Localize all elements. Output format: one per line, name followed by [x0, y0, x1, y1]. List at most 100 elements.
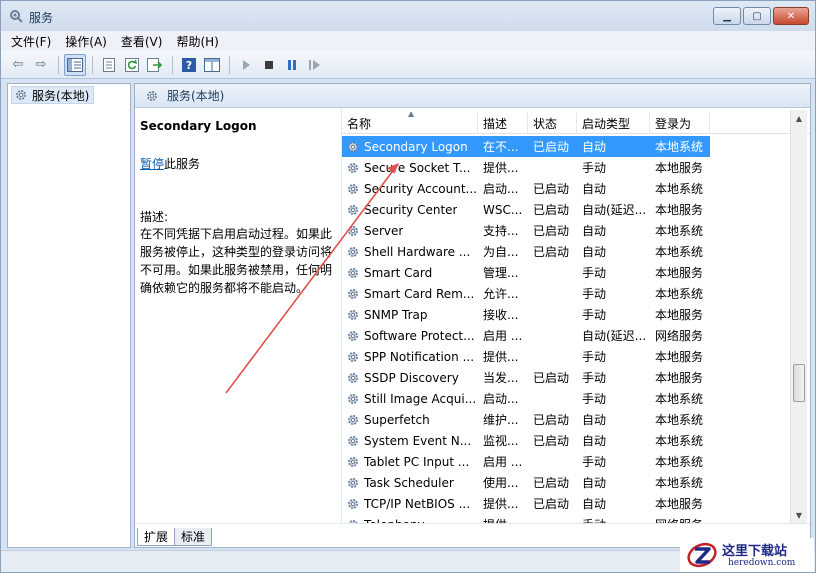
service-name: Shell Hardware ...: [364, 244, 471, 259]
service-row[interactable]: Task Scheduler 使用... 已启动 自动 本地系统: [342, 472, 810, 493]
maximize-button[interactable]: ▢: [743, 7, 771, 25]
column-header-name[interactable]: ▲ 名称: [342, 112, 478, 134]
tab-extended[interactable]: 扩展: [137, 528, 176, 546]
toolbar-separator: [229, 55, 230, 74]
start-service-button[interactable]: [235, 54, 257, 76]
service-name-cell[interactable]: Server: [342, 220, 478, 241]
service-row[interactable]: TCP/IP NetBIOS ... 提供... 已启动 自动 本地服务: [342, 493, 810, 514]
menu-help[interactable]: 帮助(H): [176, 33, 218, 50]
properties-button[interactable]: [98, 54, 120, 76]
service-row[interactable]: Tablet PC Input ... 启用 ... 手动 本地系统: [342, 451, 810, 472]
service-row[interactable]: SSDP Discovery 当发... 已启动 手动 本地服务: [342, 367, 810, 388]
service-status: 已启动: [533, 371, 570, 385]
scroll-up-icon[interactable]: ▲: [791, 110, 807, 126]
help-icon: ?: [182, 57, 196, 72]
service-name-cell[interactable]: Superfetch: [342, 409, 478, 430]
close-button[interactable]: ✕: [773, 7, 809, 25]
stop-service-icon: [265, 60, 273, 69]
service-description: 为自...: [483, 245, 519, 259]
service-name-cell[interactable]: Tablet PC Input ...: [342, 451, 478, 472]
service-name: Secondary Logon: [364, 139, 468, 154]
service-name-cell[interactable]: Smart Card: [342, 262, 478, 283]
service-row[interactable]: Security Account... 启动... 已启动 自动 本地系统: [342, 178, 810, 199]
service-name: Security Account...: [364, 181, 477, 196]
service-log-on-as: 本地系统: [655, 455, 704, 469]
service-row[interactable]: SPP Notification ... 提供... 手动 本地服务: [342, 346, 810, 367]
help-button[interactable]: ?: [178, 54, 200, 76]
service-log-on-as: 本地系统: [650, 136, 710, 157]
service-name-cell[interactable]: Software Protect...: [342, 325, 478, 346]
service-name-cell[interactable]: Telephony: [342, 514, 478, 523]
service-row[interactable]: Still Image Acqui... 启动... 手动 本地系统: [342, 388, 810, 409]
service-name-cell[interactable]: Smart Card Rem...: [342, 283, 478, 304]
service-name-cell[interactable]: Secure Socket T...: [342, 157, 478, 178]
menu-action[interactable]: 操作(A): [65, 33, 107, 50]
service-row[interactable]: System Event N... 监视... 已启动 自动 本地系统: [342, 430, 810, 451]
service-row[interactable]: Shell Hardware ... 为自... 已启动 自动 本地系统: [342, 241, 810, 262]
service-log-on-as: 本地服务: [655, 203, 704, 217]
column-header-description[interactable]: 描述: [478, 112, 528, 134]
service-name-cell[interactable]: Still Image Acqui...: [342, 388, 478, 409]
service-gear-icon: [346, 182, 360, 196]
service-row[interactable]: Server 支持... 已启动 自动 本地系统: [342, 220, 810, 241]
service-log-on-as: 本地系统: [655, 476, 704, 490]
service-log-on-as: 本地系统: [655, 182, 704, 196]
forward-button[interactable]: ⇨: [30, 54, 52, 76]
service-name-cell[interactable]: System Event N...: [342, 430, 478, 451]
scroll-down-icon[interactable]: ▼: [791, 507, 807, 523]
service-row[interactable]: Secondary Logon 在不... 已启动 自动 本地系统: [342, 136, 810, 157]
services-window: 服务 ▁ ▢ ✕ 文件(F) 操作(A) 查看(V) 帮助(H) ⇦ ⇨ ? 服…: [0, 0, 816, 573]
service-row[interactable]: Telephony提供... 手动网络服务: [342, 514, 810, 523]
show-hide-tree-icon: [67, 57, 83, 72]
service-name-cell[interactable]: Security Center: [342, 199, 478, 220]
column-header-log-on-as[interactable]: 登录为: [650, 112, 710, 134]
service-row[interactable]: Secure Socket T... 提供... 手动 本地服务: [342, 157, 810, 178]
service-status: 已启动: [533, 497, 570, 511]
service-row[interactable]: Superfetch 维护... 已启动 自动 本地系统: [342, 409, 810, 430]
service-name-cell[interactable]: SSDP Discovery: [342, 367, 478, 388]
service-name-cell[interactable]: Shell Hardware ...: [342, 241, 478, 262]
service-name: System Event N...: [364, 433, 472, 448]
tree-item-services-local[interactable]: 服务(本地): [11, 86, 95, 104]
service-name-cell[interactable]: SNMP Trap: [342, 304, 478, 325]
vertical-scrollbar[interactable]: ▲ ▼: [790, 110, 807, 523]
export-list-button[interactable]: [144, 54, 166, 76]
pause-service-link[interactable]: 暂停: [140, 157, 164, 171]
menu-bar: 文件(F) 操作(A) 查看(V) 帮助(H): [1, 31, 815, 51]
service-row[interactable]: Security Center WSC... 已启动 自动(延迟... 本地服务: [342, 199, 810, 220]
service-row[interactable]: Smart Card Rem... 允许... 手动 本地系统: [342, 283, 810, 304]
column-header-startup-type[interactable]: 启动类型: [577, 112, 650, 134]
toolbar-separator: [92, 55, 93, 74]
stop-service-button[interactable]: [258, 54, 280, 76]
column-header-status[interactable]: 状态: [528, 112, 577, 134]
refresh-button[interactable]: [121, 54, 143, 76]
service-startup-type: 自动: [582, 182, 607, 196]
service-row[interactable]: SNMP Trap 接收... 手动 本地服务: [342, 304, 810, 325]
tab-standard[interactable]: 标准: [174, 528, 213, 546]
scrollbar-thumb[interactable]: [793, 364, 805, 402]
service-status: [528, 262, 577, 283]
service-row[interactable]: Software Protect... 启用 ... 自动(延迟... 网络服务: [342, 325, 810, 346]
service-log-on-as: 网络服务: [655, 329, 704, 343]
minimize-button[interactable]: ▁: [713, 7, 741, 25]
service-name-cell[interactable]: SPP Notification ...: [342, 346, 478, 367]
service-name-cell[interactable]: Security Account...: [342, 178, 478, 199]
service-startup-type: 手动: [582, 392, 607, 406]
show-hide-action-pane-button[interactable]: [201, 54, 223, 76]
service-row[interactable]: Smart Card 管理... 手动 本地服务: [342, 262, 810, 283]
restart-service-button[interactable]: [304, 54, 326, 76]
selected-service-name: Secondary Logon: [140, 119, 257, 133]
service-description: 提供...: [483, 497, 519, 511]
back-button[interactable]: ⇦: [7, 54, 29, 76]
service-name-cell[interactable]: Secondary Logon: [342, 136, 478, 157]
show-hide-tree-button[interactable]: [64, 53, 86, 76]
service-startup-type: 自动: [582, 245, 607, 259]
service-name-cell[interactable]: TCP/IP NetBIOS ...: [342, 493, 478, 514]
menu-file[interactable]: 文件(F): [11, 33, 51, 50]
svg-text:?: ?: [186, 59, 192, 72]
pause-service-button[interactable]: [281, 54, 303, 76]
menu-view[interactable]: 查看(V): [121, 33, 163, 50]
service-name-cell[interactable]: Task Scheduler: [342, 472, 478, 493]
service-status: 已启动: [533, 182, 570, 196]
start-service-icon: [243, 59, 250, 70]
